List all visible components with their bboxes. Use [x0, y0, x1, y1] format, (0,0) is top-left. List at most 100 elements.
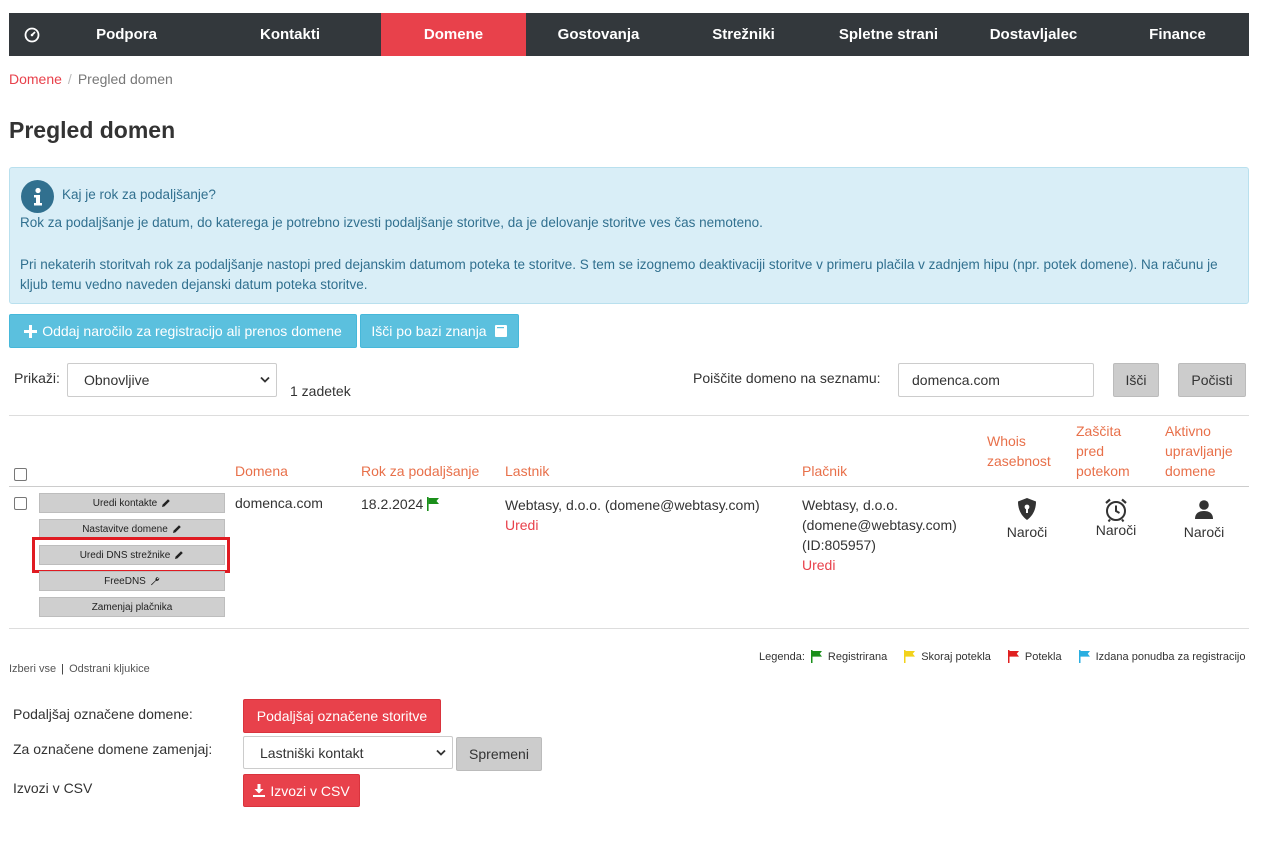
payer-edit-link[interactable]: Uredi	[802, 555, 957, 575]
order-domain-button[interactable]: Oddaj naročilo za registracijo ali preno…	[9, 314, 357, 348]
chevron-down-icon	[260, 376, 270, 383]
pencil-icon	[175, 551, 184, 559]
nav-item-gostovanja[interactable]: Gostovanja	[526, 13, 671, 56]
edit-dns-servers-label: Uredi DNS strežnike	[79, 549, 171, 561]
nav-item-dostavljalec[interactable]: Dostavljalec	[961, 13, 1106, 56]
clear-button[interactable]: Počisti	[1178, 363, 1246, 397]
whois-order[interactable]: Naroči	[1000, 497, 1054, 540]
link-separator: |	[61, 663, 64, 675]
replace-select[interactable]: Lastniški kontakt	[243, 736, 453, 769]
export-csv-label: Izvozi v CSV	[270, 782, 350, 799]
chevron-down-icon	[436, 749, 446, 756]
search-input-value: domenca.com	[912, 372, 1000, 388]
search-button[interactable]: Išči	[1113, 363, 1159, 397]
header-expiry-line: potekom	[1076, 463, 1130, 479]
header-payer[interactable]: Plačnik	[802, 461, 847, 481]
divider	[9, 486, 1249, 487]
renewal-date-value: 18.2.2024	[361, 496, 424, 512]
header-owner[interactable]: Lastnik	[505, 461, 549, 481]
download-icon	[253, 784, 266, 797]
breadcrumb: Domene / Pregled domen	[9, 71, 173, 87]
legend-item: Potekla	[1024, 650, 1062, 663]
select-all-link[interactable]: Izberi vse	[9, 663, 56, 675]
red-flag-icon	[1007, 650, 1019, 663]
legend-item: Registrirana	[827, 650, 888, 663]
pencil-icon	[162, 499, 171, 507]
info-heading: Kaj je rok za podaljšanje?	[62, 187, 216, 202]
expiry-protection-order[interactable]: Naroči	[1089, 497, 1143, 538]
nav-item-strezniki[interactable]: Strežniki	[671, 13, 816, 56]
user-icon	[1195, 500, 1213, 519]
export-csv-button[interactable]: Izvozi v CSV	[243, 774, 360, 807]
domain-name[interactable]: domenca.com	[235, 495, 323, 511]
breadcrumb-root[interactable]: Domene	[9, 71, 62, 87]
result-count: 1 zadetek	[290, 383, 351, 399]
renew-label: Podaljšaj označene domene:	[13, 706, 193, 722]
owner-edit-link[interactable]: Uredi	[505, 515, 760, 535]
top-nav: Podpora Kontakti Domene Gostovanja Strež…	[9, 13, 1249, 56]
header-renewal[interactable]: Rok za podaljšanje	[361, 461, 479, 481]
plus-icon	[24, 324, 38, 338]
nav-item-spletne-strani[interactable]: Spletne strani	[816, 13, 961, 56]
remove-marks-link[interactable]: Odstrani kljukice	[69, 663, 150, 675]
active-management-order-label: Naroči	[1183, 524, 1225, 540]
header-expiry-line: Zaščita	[1076, 423, 1122, 439]
blue-flag-icon	[1078, 650, 1090, 663]
order-domain-label: Oddaj naročilo za registracijo ali preno…	[42, 323, 342, 339]
green-flag-icon	[810, 650, 822, 663]
payer-line: (ID:805957)	[802, 537, 876, 553]
header-active: Aktivno upravljanje domene	[1165, 421, 1233, 481]
header-expiry: Zaščita pred potekom	[1076, 421, 1130, 481]
legend-label: Legenda:	[759, 650, 805, 663]
expiry-protection-order-label: Naroči	[1095, 522, 1137, 538]
legend: Legenda: Registrirana Skoraj potekla Pot…	[759, 650, 1245, 663]
divider	[9, 628, 1249, 629]
info-icon	[21, 180, 54, 213]
header-domain[interactable]: Domena	[235, 461, 288, 481]
domain-settings-label: Nastavitve domene	[82, 523, 168, 535]
edit-contacts-label: Uredi kontakte	[92, 497, 158, 509]
show-select-value: Obnovljive	[84, 372, 150, 388]
info-box: Kaj je rok za podaljšanje? Rok za podalj…	[9, 167, 1249, 304]
payer-line: Webtasy, d.o.o.	[802, 497, 898, 513]
active-management-order[interactable]: Naroči	[1177, 497, 1231, 540]
edit-dns-servers-button[interactable]: Uredi DNS strežnike	[39, 545, 225, 565]
csv-label: Izvozi v CSV	[13, 780, 93, 796]
header-active-line: upravljanje	[1165, 443, 1233, 459]
renew-selected-button[interactable]: Podaljšaj označene storitve	[243, 699, 441, 733]
domain-settings-button[interactable]: Nastavitve domene	[39, 519, 225, 539]
select-all-checkbox[interactable]	[14, 468, 27, 481]
row-checkbox[interactable]	[14, 497, 27, 510]
header-expiry-line: pred	[1076, 443, 1105, 459]
pencil-icon	[172, 525, 181, 533]
header-active-line: Aktivno	[1165, 423, 1211, 439]
change-button[interactable]: Spremeni	[456, 737, 542, 771]
dashboard-icon[interactable]	[9, 13, 54, 56]
knowledge-base-button[interactable]: Išči po bazi znanja	[360, 314, 519, 348]
replace-payer-label: Zamenjaj plačnika	[91, 601, 173, 613]
payer-line: (domene@webtasy.com)	[802, 517, 957, 533]
replace-label: Za označene domene zamenjaj:	[13, 741, 213, 757]
search-label: Poiščite domeno na seznamu:	[693, 370, 881, 386]
header-whois: Whois zasebnost	[987, 431, 1051, 471]
replace-select-value: Lastniški kontakt	[260, 744, 364, 761]
owner-cell: Webtasy, d.o.o. (domene@webtasy.com) Ure…	[505, 495, 760, 535]
nav-item-kontakti[interactable]: Kontakti	[199, 13, 381, 56]
replace-payer-button[interactable]: Zamenjaj plačnika	[39, 597, 225, 617]
divider	[9, 415, 1249, 416]
edit-contacts-button[interactable]: Uredi kontakte	[39, 493, 225, 513]
book-icon	[494, 325, 507, 337]
nav-item-finance[interactable]: Finance	[1106, 13, 1249, 56]
page-title: Pregled domen	[9, 117, 176, 143]
alarm-clock-icon	[1105, 498, 1127, 523]
nav-item-domene[interactable]: Domene	[381, 13, 526, 56]
search-input[interactable]: domenca.com	[898, 363, 1094, 397]
header-active-line: domene	[1165, 463, 1216, 479]
legend-item: Skoraj potekla	[921, 650, 991, 663]
owner-name: Webtasy, d.o.o. (domene@webtasy.com)	[505, 497, 760, 513]
freedns-button[interactable]: FreeDNS	[39, 571, 225, 591]
info-paragraph: Rok za podaljšanje je datum, do katerega…	[20, 215, 763, 230]
nav-item-podpora[interactable]: Podpora	[54, 13, 199, 56]
show-label: Prikaži:	[14, 370, 60, 386]
show-select[interactable]: Obnovljive	[67, 363, 277, 397]
